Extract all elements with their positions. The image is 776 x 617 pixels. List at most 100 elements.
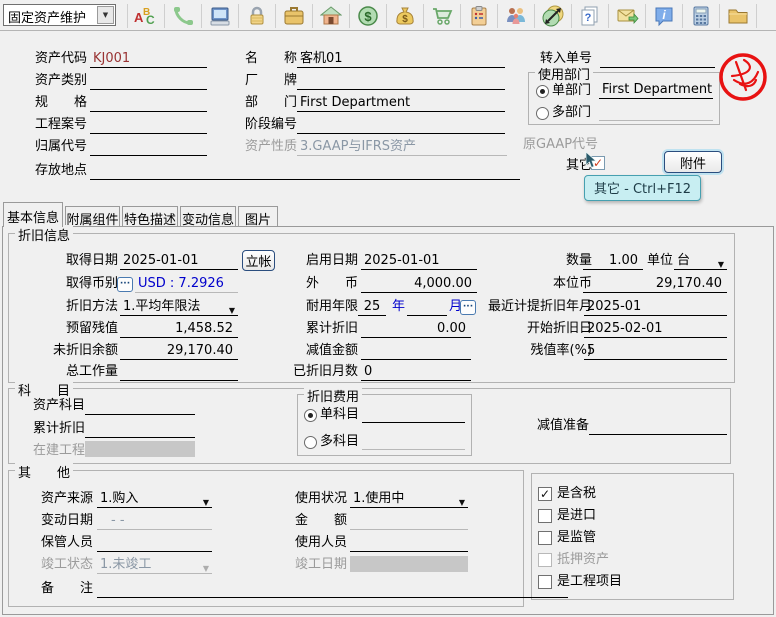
stage-no-field[interactable] [297, 117, 505, 134]
life-months-field[interactable] [407, 299, 447, 316]
unit-select[interactable]: 台▼ [674, 253, 727, 270]
lock-button[interactable] [242, 3, 272, 29]
impairment-field[interactable] [361, 343, 471, 360]
asset-source-label: 资产来源 [30, 491, 93, 507]
acquire-date-field[interactable]: 2025-01-01 [120, 253, 238, 270]
asset-account-field[interactable] [85, 398, 195, 415]
send-mail-icon [616, 5, 639, 27]
tab-feature-description[interactable]: 特色描述 [122, 206, 178, 227]
exchange-button[interactable] [538, 3, 568, 29]
workload-label: 总工作量 [28, 364, 118, 380]
dropdown-arrow-icon: ▼ [203, 495, 209, 511]
asset-category-field[interactable] [90, 73, 207, 90]
info-button[interactable]: i [649, 3, 679, 29]
salvage-rate-field[interactable]: 5 [584, 343, 727, 360]
computer-button[interactable] [205, 3, 235, 29]
currency-lookup-button[interactable]: ··· [117, 277, 133, 292]
last-depr-month-field[interactable]: 2025-01 [584, 299, 727, 316]
send-mail-button[interactable] [612, 3, 642, 29]
single-dept-field[interactable]: First Department [599, 82, 713, 99]
location-field[interactable] [90, 163, 520, 180]
supervised-checkbox[interactable] [538, 531, 552, 545]
user-field[interactable] [350, 535, 468, 552]
toolbar-icons: ABC $ $ ? [124, 2, 760, 29]
project-no-field[interactable] [90, 117, 207, 134]
multi-account-field [362, 433, 465, 450]
depreciation-group-title: 折旧信息 [15, 225, 73, 244]
foreign-currency-field[interactable]: 4,000.00 [361, 276, 477, 293]
undepreciated-label: 未折旧余额 [28, 343, 118, 359]
dollar-coin-button[interactable]: $ [353, 3, 383, 29]
custodian-field[interactable] [97, 535, 212, 552]
depr-method-select[interactable]: 1.平均年限法▼ [120, 299, 238, 316]
money-bag-icon: $ [394, 5, 416, 27]
unit-label: 单位 [647, 253, 673, 269]
belong-code-field[interactable] [90, 139, 207, 156]
briefcase-button[interactable] [279, 3, 309, 29]
depr-expense-group-title: 折旧费用 [304, 386, 362, 405]
single-dept-radio[interactable] [536, 85, 549, 98]
life-years-field[interactable]: 25 [358, 299, 386, 316]
completion-date-field [350, 556, 468, 572]
folder-button[interactable] [723, 3, 753, 29]
dollar-coin-icon: $ [357, 5, 379, 27]
module-selector[interactable]: 固定资产维护 ▼ [3, 4, 116, 26]
tab-picture[interactable]: 图片 [238, 206, 278, 227]
single-account-field[interactable] [362, 406, 465, 423]
clipboard-button[interactable] [464, 3, 494, 29]
people-button[interactable] [501, 3, 531, 29]
quantity-field[interactable]: 1.00 [583, 253, 643, 270]
life-lookup-button[interactable]: ··· [460, 300, 476, 315]
single-account-radio[interactable] [304, 409, 317, 422]
depr-months-field[interactable]: 0 [361, 364, 471, 381]
asset-source-select[interactable]: 1.购入▼ [97, 491, 212, 508]
imported-checkbox[interactable] [538, 509, 552, 523]
asset-category-label: 资产类别 [35, 73, 87, 89]
multi-dept-radio[interactable] [536, 107, 549, 120]
salvage-label: 预留残值 [28, 321, 118, 337]
cart-button[interactable] [427, 3, 457, 29]
accum-depr-field[interactable]: 0.00 [361, 321, 471, 338]
dept-field[interactable]: First Department [297, 95, 505, 112]
fixed-asset-maintenance-window: 固定资产维护 ▼ ABC $ $ [0, 0, 776, 617]
workload-field[interactable] [120, 364, 238, 381]
tab-attached-components[interactable]: 附属组件 [65, 206, 120, 227]
post-entry-button[interactable]: 立帐 [242, 250, 275, 271]
tab-change-info[interactable]: 变动信息 [180, 206, 236, 227]
tax-included-checkbox[interactable]: ✓ [538, 487, 552, 501]
base-currency-field[interactable]: 29,170.40 [583, 276, 727, 293]
accum-depr-account-field[interactable] [85, 421, 195, 438]
attachment-button[interactable]: 附件 [664, 151, 722, 173]
tab-basic-info[interactable]: 基本信息 [3, 202, 63, 227]
spellcheck-button[interactable]: ABC [131, 3, 161, 29]
module-selector-dropdown-button[interactable]: ▼ [97, 6, 114, 24]
multi-account-label: 多科目 [320, 434, 359, 450]
completion-date-label: 竣工日期 [295, 557, 347, 573]
amount-label: 金 额 [295, 513, 347, 529]
remark-field[interactable] [97, 581, 568, 598]
money-bag-button[interactable]: $ [390, 3, 420, 29]
impairment-provision-field[interactable] [589, 418, 727, 435]
home-button[interactable] [316, 3, 346, 29]
undepreciated-field[interactable]: 29,170.40 [120, 343, 238, 360]
phone-button[interactable] [168, 3, 198, 29]
location-label: 存放地点 [35, 163, 87, 179]
help-doc-button[interactable]: ? [575, 3, 605, 29]
transfer-no-field[interactable] [600, 51, 715, 68]
depr-start-date-field[interactable]: 2025-02-01 [584, 321, 727, 338]
use-status-select[interactable]: 1.使用中▼ [350, 491, 468, 508]
calculator-button[interactable] [686, 3, 716, 29]
salvage-field[interactable]: 1,458.52 [120, 321, 238, 338]
mortgaged-asset-checkbox [538, 553, 552, 567]
asset-code-field[interactable]: KJ001 [90, 51, 207, 68]
asset-account-label: 资产科目 [33, 398, 85, 414]
dropdown-arrow-icon: ▼ [229, 303, 235, 319]
useful-life-label: 耐用年限 [276, 299, 358, 315]
multi-account-radio[interactable] [304, 436, 317, 449]
spec-field[interactable] [90, 95, 207, 112]
dropdown-arrow-icon: ▼ [718, 257, 724, 273]
name-field[interactable]: 客机01 [297, 51, 505, 68]
use-date-field[interactable]: 2025-01-01 [361, 253, 477, 270]
accum-depr-account-label: 累计折旧 [33, 421, 85, 437]
brand-field[interactable] [297, 73, 505, 90]
